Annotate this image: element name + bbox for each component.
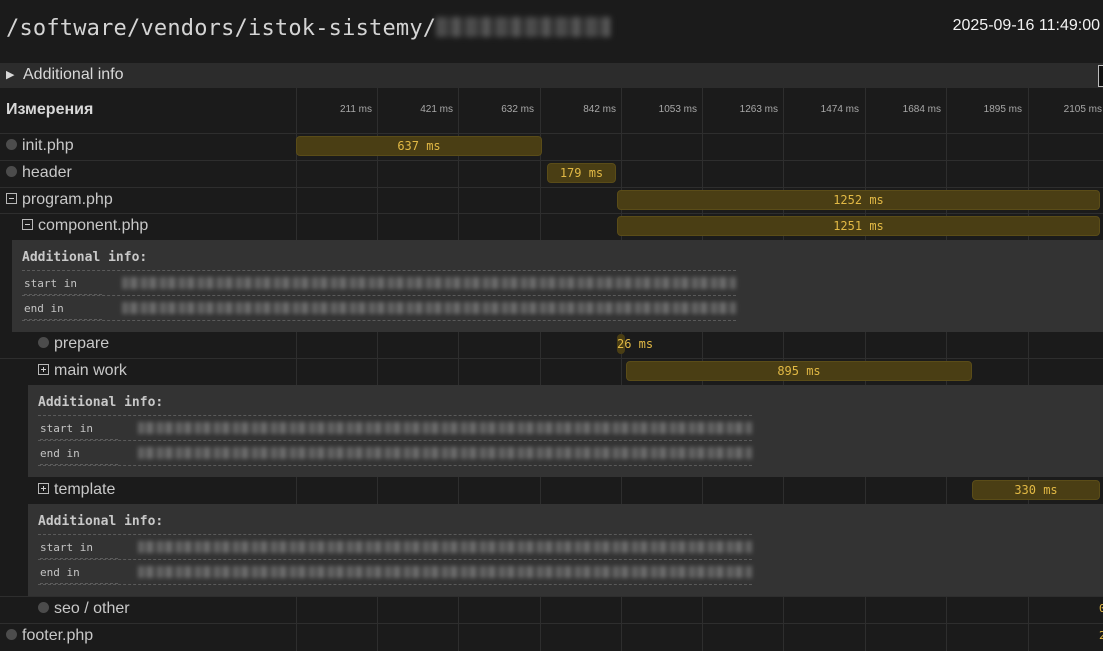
collapse-icon[interactable]	[22, 218, 33, 230]
info-key: start in	[40, 422, 118, 440]
redacted-value	[138, 422, 752, 434]
info-title: Additional info:	[38, 514, 164, 529]
info-key: end in	[40, 566, 118, 584]
row-label: header	[22, 164, 72, 181]
info-title: Additional info:	[22, 250, 148, 265]
row-separator	[0, 623, 1103, 624]
row-footer-php: footer.php	[6, 626, 93, 646]
row-label: seo / other	[54, 600, 130, 617]
row-label: prepare	[54, 335, 110, 352]
page-path: /software/vendors/istok-sistemy/	[6, 16, 612, 41]
timing-bar[interactable]: 330 ms	[972, 480, 1100, 500]
info-row: start in	[38, 415, 752, 440]
info-table: start in end in	[38, 415, 752, 466]
row-template[interactable]: template	[38, 480, 115, 500]
info-row: end in	[38, 559, 752, 585]
row-program-php[interactable]: program.php	[6, 190, 113, 210]
row-label: component.php	[38, 217, 149, 234]
row-separator	[0, 133, 1103, 134]
row-label: footer.php	[22, 627, 94, 644]
timing-bar-label: 26 ms	[617, 337, 654, 351]
info-key: end in	[40, 447, 118, 465]
expand-icon[interactable]	[38, 482, 49, 494]
bullet-icon	[6, 628, 17, 640]
tick-label: 421 ms	[420, 104, 453, 115]
timing-bar-label: 0	[1099, 602, 1103, 615]
info-row: end in	[22, 295, 736, 321]
scroll-edge-handle[interactable]	[1098, 65, 1103, 87]
bullet-icon	[6, 165, 17, 177]
info-key: end in	[24, 302, 102, 320]
redacted-value	[122, 277, 736, 289]
measurements-heading: Измерения	[6, 101, 94, 118]
tick-label: 1263 ms	[739, 104, 778, 115]
row-separator	[0, 596, 1103, 597]
row-header: header	[6, 163, 72, 183]
row-separator	[0, 187, 1103, 188]
timing-bar[interactable]: 1251 ms	[617, 216, 1100, 236]
tick-label: 1474 ms	[820, 104, 859, 115]
row-label: main work	[54, 362, 127, 379]
row-separator	[0, 160, 1103, 161]
row-separator	[0, 213, 1103, 214]
redacted-value	[138, 447, 752, 459]
additional-info-toggle[interactable]: ▶ Additional info	[0, 63, 1103, 88]
tick-label: 1684 ms	[902, 104, 941, 115]
timing-bar[interactable]: 179 ms	[547, 163, 616, 183]
tick-label: 2105 ms	[1063, 104, 1102, 115]
row-main-work[interactable]: main work	[38, 361, 127, 381]
info-key: start in	[24, 277, 102, 295]
redacted-value	[138, 541, 752, 553]
info-table: start in end in	[22, 270, 736, 321]
bullet-icon	[38, 336, 49, 348]
path-text: /software/vendors/istok-sistemy/	[6, 16, 437, 41]
info-table: start in end in	[38, 534, 752, 585]
additional-info-panel: Additional info: start in end in	[28, 504, 1103, 596]
redacted-path-segment	[436, 17, 612, 37]
row-label: template	[54, 481, 116, 498]
info-key: start in	[40, 541, 118, 559]
expand-icon[interactable]	[38, 363, 49, 375]
tick-label: 1895 ms	[983, 104, 1022, 115]
row-prepare: prepare	[38, 334, 109, 354]
info-row: end in	[38, 440, 752, 466]
info-row: start in	[22, 270, 736, 295]
row-separator	[0, 358, 1103, 359]
info-title: Additional info:	[38, 395, 164, 410]
additional-info-label: Additional info	[23, 66, 124, 83]
timing-bar[interactable]: 637 ms	[296, 136, 542, 156]
tick-label: 842 ms	[583, 104, 616, 115]
additional-info-panel: Additional info: start in end in	[12, 240, 1103, 332]
additional-info-panel: Additional info: start in end in	[28, 385, 1103, 477]
row-init-php: init.php	[6, 136, 74, 156]
row-label: program.php	[22, 191, 113, 208]
timing-bar-label: 2	[1099, 629, 1103, 642]
tick-label: 211 ms	[339, 104, 372, 115]
collapse-icon[interactable]	[6, 192, 17, 204]
tick-label: 1053 ms	[658, 104, 697, 115]
row-seo-other: seo / other	[38, 599, 130, 619]
redacted-value	[138, 566, 752, 578]
triangle-right-icon: ▶	[6, 69, 15, 81]
timing-bar[interactable]: 895 ms	[626, 361, 972, 381]
bullet-icon	[6, 138, 17, 150]
redacted-value	[122, 302, 736, 314]
row-label: init.php	[22, 137, 74, 154]
row-component-php[interactable]: component.php	[22, 216, 148, 236]
datetime: 2025-09-16 11:49:00	[952, 17, 1100, 34]
timing-bar[interactable]: 1252 ms	[617, 190, 1100, 210]
info-row: start in	[38, 534, 752, 559]
tick-label: 632 ms	[501, 104, 534, 115]
bullet-icon	[38, 601, 49, 613]
